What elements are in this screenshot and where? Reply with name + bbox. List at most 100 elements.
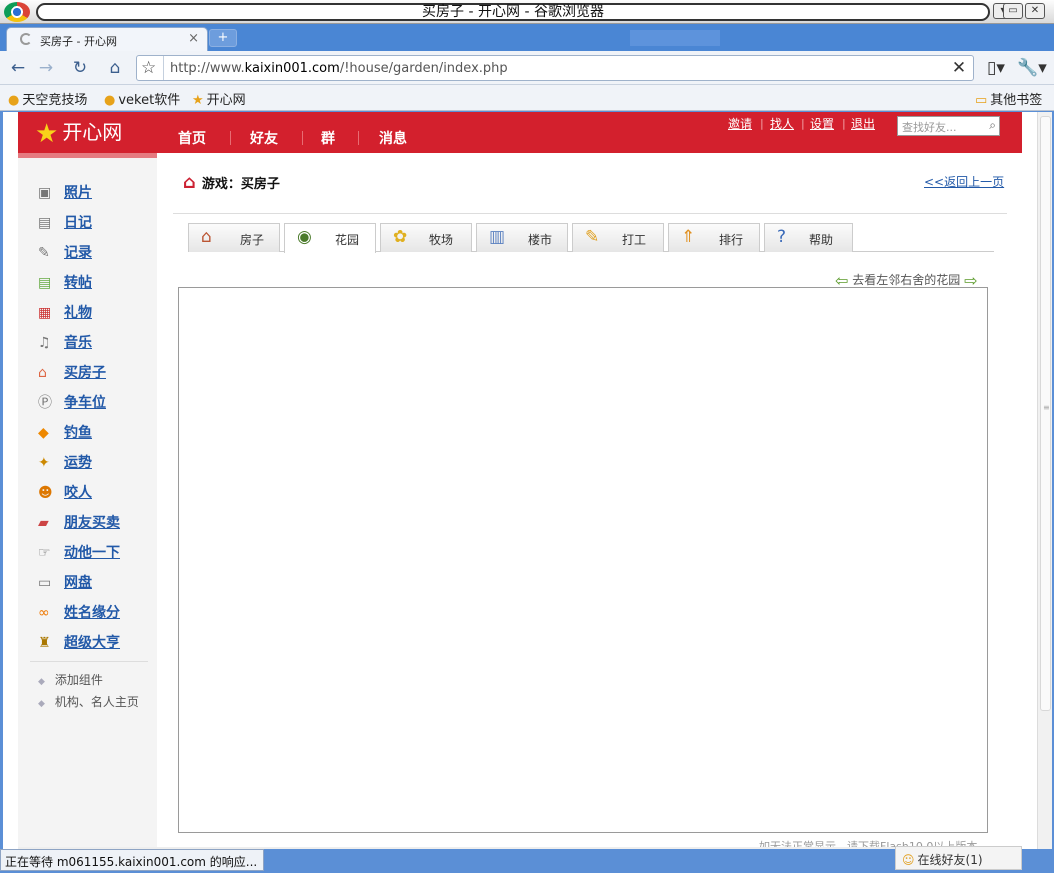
- bookmark-star-icon[interactable]: ☆: [141, 58, 156, 78]
- bookmark-item[interactable]: ● veket软件: [104, 89, 180, 108]
- tab-ranking[interactable]: ⇑ 排行: [668, 223, 760, 252]
- site-header: ★ 开心网 首页 好友 群 消息 邀请 | 找人 | 设置 | 退出 查找好友..…: [18, 112, 1022, 153]
- sidebar-item-name-match[interactable]: ∞ 姓名缘分: [38, 602, 120, 622]
- parking-icon: Ⓟ: [38, 395, 52, 411]
- tab-property-market[interactable]: ▥ 楼市: [476, 223, 568, 252]
- tab-help[interactable]: ? 帮助: [764, 223, 853, 252]
- house-icon: ⌂: [201, 227, 212, 247]
- garden-icon: ◉: [297, 227, 312, 247]
- chrome-logo-icon: [4, 2, 30, 22]
- close-window-button[interactable]: ✕: [1025, 3, 1045, 19]
- scrollbar-thumb[interactable]: ≡: [1040, 116, 1051, 711]
- online-friends-button[interactable]: ☺ 在线好友(1): [895, 846, 1022, 870]
- home-icon[interactable]: ⌂: [103, 56, 127, 80]
- other-bookmarks[interactable]: ▭ 其他书签: [975, 89, 1042, 108]
- browser-window: 买房子 - 开心网 - 谷歌浏览器 ▾ ▭ ✕ 买房子 - 开心网 × + ← …: [0, 0, 1054, 873]
- tab-title: 买房子 - 开心网: [40, 35, 117, 48]
- house-icon: ⌂: [183, 172, 196, 193]
- sidebar-item-diary[interactable]: ▤ 日记: [38, 212, 92, 232]
- logout-link[interactable]: 退出: [851, 115, 875, 132]
- fishing-icon: ◆: [38, 425, 49, 441]
- bookmark-favicon-icon: ★: [192, 93, 204, 108]
- work-icon: ✎: [585, 227, 600, 247]
- maximize-button[interactable]: ▭: [1003, 3, 1023, 19]
- tab-strip: 买房子 - 开心网 × +: [0, 24, 1054, 51]
- bullet-icon: ◆: [38, 699, 45, 709]
- bookmark-item[interactable]: ● 天空竞技场: [8, 89, 87, 108]
- tab-ranch[interactable]: ✿ 牧场: [380, 223, 472, 252]
- back-arrow-icon[interactable]: ←: [6, 56, 30, 80]
- flash-game-frame[interactable]: [178, 287, 988, 833]
- sidebar-item-fortune[interactable]: ✦ 运势: [38, 452, 92, 472]
- nav-separator: [230, 131, 231, 145]
- sidebar-item-bite[interactable]: ☻ 咬人: [38, 482, 92, 502]
- sidebar-item-house[interactable]: ⌂ 买房子: [38, 362, 106, 382]
- record-icon: ✎: [38, 245, 50, 261]
- celebrity-pages-link[interactable]: ◆ 机构、名人主页: [38, 693, 139, 710]
- bookmark-favicon-icon: ●: [8, 93, 20, 108]
- page-title: ⌂ 游戏：买房子: [183, 172, 280, 193]
- stop-icon[interactable]: ✕: [947, 56, 971, 80]
- address-bar[interactable]: ☆ http://www.kaixin001.com/!house/garden…: [136, 55, 974, 81]
- invite-link[interactable]: 邀请: [728, 115, 752, 132]
- trade-icon: ▰: [38, 515, 49, 531]
- sidebar-item-photos[interactable]: ▣ 照片: [38, 182, 92, 202]
- search-icon[interactable]: ⌕: [989, 118, 996, 133]
- new-tab-button[interactable]: +: [209, 29, 237, 47]
- music-icon: ♫: [38, 335, 51, 351]
- sidebar-item-records[interactable]: ✎ 记录: [38, 242, 92, 262]
- tab-house[interactable]: ⌂ 房子: [188, 223, 280, 252]
- nav-separator: [358, 131, 359, 145]
- house-icon: ⌂: [38, 365, 47, 381]
- reload-icon[interactable]: ↻: [68, 56, 92, 80]
- site-logo[interactable]: ★ 开心网: [35, 116, 122, 149]
- browser-toolbar: ← → ↻ ⌂ ☆ http://www.kaixin001.com/!hous…: [0, 51, 1054, 85]
- browser-tab[interactable]: 买房子 - 开心网 ×: [6, 27, 208, 51]
- vertical-scrollbar[interactable]: ≡: [1037, 112, 1052, 849]
- sidebar-item-parking[interactable]: Ⓟ 争车位: [38, 392, 106, 412]
- bullet-icon: ◆: [38, 677, 45, 687]
- gift-icon: ▦: [38, 305, 52, 321]
- nav-groups[interactable]: 群: [321, 128, 335, 148]
- tab-close-icon[interactable]: ×: [188, 31, 199, 46]
- forward-arrow-icon[interactable]: →: [34, 56, 58, 80]
- loading-spinner-icon: [20, 33, 32, 45]
- tab-work[interactable]: ✎ 打工: [572, 223, 664, 252]
- page-menu-icon[interactable]: ▯▾: [983, 56, 1009, 80]
- sidebar-item-gifts[interactable]: ▦ 礼物: [38, 302, 92, 322]
- sidebar-item-repost[interactable]: ▤ 转帖: [38, 272, 92, 292]
- sidebar-item-fishing[interactable]: ◆ 钓鱼: [38, 422, 92, 442]
- settings-link[interactable]: 设置: [810, 115, 834, 132]
- friend-search-input[interactable]: 查找好友... ⌕: [897, 116, 1000, 136]
- sidebar-item-tycoon[interactable]: ♜ 超级大亨: [38, 632, 120, 652]
- buildings-icon: ▥: [489, 227, 506, 247]
- sidebar-item-poke[interactable]: ☞ 动他一下: [38, 542, 120, 562]
- title-bar: 买房子 - 开心网 - 谷歌浏览器 ▾ ▭ ✕: [0, 0, 1054, 24]
- address-separator: [163, 56, 164, 80]
- repost-icon: ▤: [38, 275, 52, 291]
- link-separator: |: [842, 117, 846, 130]
- sidebar-item-music[interactable]: ♫ 音乐: [38, 332, 92, 352]
- nav-messages[interactable]: 消息: [379, 128, 407, 148]
- status-bar: 正在等待 m061155.kaixin001.com 的响应...: [0, 849, 264, 871]
- add-widget-link[interactable]: ◆ 添加组件: [38, 671, 103, 688]
- wrench-menu-icon[interactable]: 🔧▾: [1017, 56, 1047, 80]
- sidebar-item-disk[interactable]: ▭ 网盘: [38, 572, 92, 592]
- tab-garden[interactable]: ◉ 花园: [284, 223, 376, 253]
- address-url[interactable]: http://www.kaixin001.com/!house/garden/i…: [170, 61, 508, 76]
- tycoon-icon: ♜: [38, 635, 51, 651]
- link-separator: |: [760, 117, 764, 130]
- nav-friends[interactable]: 好友: [250, 128, 278, 148]
- bookmark-favicon-icon: ●: [104, 93, 116, 108]
- back-link[interactable]: <<返回上一页: [924, 173, 1004, 190]
- sidebar-item-trade[interactable]: ▰ 朋友买卖: [38, 512, 120, 532]
- poke-icon: ☞: [38, 545, 51, 561]
- find-people-link[interactable]: 找人: [770, 115, 794, 132]
- divider: [173, 213, 1007, 214]
- ranch-icon: ✿: [393, 227, 408, 247]
- sidebar-divider: [30, 661, 148, 662]
- sidebar: ▣ 照片 ▤ 日记 ✎ 记录 ▤ 转帖 ▦ 礼物 ♫ 音乐 ⌂ 买房子 Ⓟ 争车位 ◆ 钓鱼 ✦ 运…: [18, 153, 157, 849]
- nav-home[interactable]: 首页: [178, 128, 206, 148]
- bite-icon: ☻: [38, 485, 53, 501]
- bookmark-item[interactable]: ★ 开心网: [192, 89, 246, 108]
